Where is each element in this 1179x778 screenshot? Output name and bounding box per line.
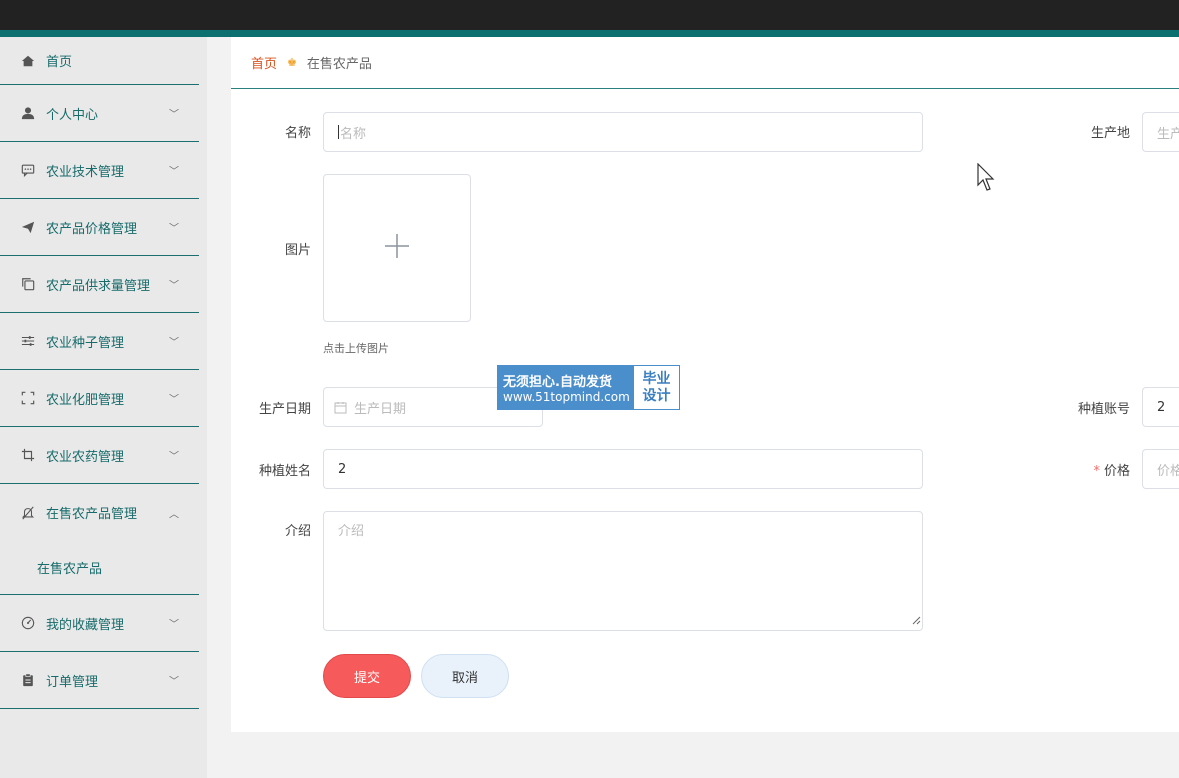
- bell-off-icon: [20, 505, 36, 521]
- sidebar-item-price[interactable]: 农产品价格管理 ﹀: [0, 199, 199, 256]
- intro-label: 介绍: [284, 524, 311, 539]
- planter-account-input[interactable]: 2: [1142, 387, 1179, 427]
- sidebar-item-pesticide[interactable]: 农业农药管理 ﹀: [0, 427, 199, 484]
- sidebar-item-label: 农业种子管理: [46, 335, 125, 351]
- name-placeholder: 名称: [340, 126, 367, 142]
- image-label: 图片: [284, 243, 311, 258]
- upload-tip: 点击上传图片: [323, 342, 389, 355]
- planter-name-value: 2: [338, 461, 347, 477]
- chat-icon: [20, 162, 36, 178]
- sidebar-item-label: 在售农产品管理: [46, 507, 138, 522]
- sidebar-item-label: 农业农药管理: [46, 449, 125, 465]
- price-placeholder: 价格: [1157, 463, 1179, 479]
- origin-placeholder: 生产地: [1157, 126, 1179, 142]
- sliders-icon: [20, 333, 36, 349]
- price-label: * 价格: [1050, 460, 1130, 479]
- copy-icon: [20, 276, 36, 292]
- image-upload[interactable]: [323, 174, 471, 322]
- watermark-line1: 无须担心.自动发货: [503, 375, 612, 390]
- intro-placeholder: 介绍: [338, 524, 365, 539]
- production-date-placeholder: 生产日期: [354, 401, 407, 417]
- breadcrumb: 首页 ♚ 在售农产品: [231, 37, 1179, 89]
- sidebar-item-label: 个人中心: [46, 107, 99, 123]
- product-form: 名称 名称 生产地 生产地 图片 点击上传图片 生产日期 生产日期 种植账号 2…: [231, 99, 1179, 732]
- frame-icon: [20, 390, 36, 406]
- planter-account-label: 种植账号: [1077, 402, 1130, 417]
- sidebar: 首页 个人中心 ﹀ 农业技术管理 ﹀ 农产品价格管理 ﹀ 农产品供求量管理 ﹀ …: [0, 37, 207, 778]
- watermark-badge: 无须担心.自动发货 www.51topmind.com 毕业 设计: [497, 365, 680, 410]
- chevron-down-icon: ﹀: [169, 619, 179, 631]
- name-input[interactable]: 名称: [323, 112, 923, 152]
- chevron-down-icon: ﹀: [169, 451, 179, 463]
- chevron-down-icon: ﹀: [169, 394, 179, 406]
- resize-handle-icon[interactable]: [911, 614, 921, 629]
- sidebar-item-orders[interactable]: 订单管理 ﹀: [0, 652, 199, 709]
- sidebar-item-label: 农产品价格管理: [46, 221, 138, 237]
- home-icon: [20, 53, 36, 69]
- chevron-down-icon: ﹀: [169, 166, 179, 178]
- planter-name-label: 种植姓名: [258, 464, 311, 479]
- calendar-icon: [334, 401, 347, 414]
- sidebar-item-fertilizer[interactable]: 农业化肥管理 ﹀: [0, 370, 199, 427]
- origin-input[interactable]: 生产地: [1142, 112, 1179, 152]
- top-bar-accent: [0, 30, 1179, 37]
- sidebar-menu: 首页 个人中心 ﹀ 农业技术管理 ﹀ 农产品价格管理 ﹀ 农产品供求量管理 ﹀ …: [0, 37, 199, 709]
- watermark-right: 毕业 设计: [634, 366, 679, 409]
- planter-name-input[interactable]: 2: [323, 449, 923, 489]
- sidebar-item-products-on-sale[interactable]: 在售农产品管理 ︿: [0, 484, 199, 541]
- sidebar-item-seeds[interactable]: 农业种子管理 ﹀: [0, 313, 199, 370]
- watermark-right1: 毕业: [642, 370, 671, 387]
- sidebar-item-label: 我的收藏管理: [46, 617, 125, 633]
- price-input[interactable]: 价格: [1142, 449, 1179, 489]
- name-label: 名称: [284, 126, 311, 141]
- sidebar-item-label: 首页: [46, 55, 73, 70]
- sidebar-item-home[interactable]: 首页: [0, 37, 199, 85]
- intro-textarea[interactable]: 介绍: [323, 511, 923, 631]
- breadcrumb-separator-icon: ♚: [287, 56, 297, 69]
- send-icon: [20, 219, 36, 235]
- gauge-icon: [20, 615, 36, 631]
- planter-account-value: 2: [1157, 399, 1166, 415]
- sidebar-item-label: 农业化肥管理: [46, 392, 125, 408]
- origin-label: 生产地: [1090, 126, 1130, 141]
- chevron-down-icon: ﹀: [169, 109, 179, 121]
- cancel-button[interactable]: 取消: [421, 654, 509, 698]
- sidebar-subitem-products-on-sale[interactable]: 在售农产品: [0, 541, 199, 595]
- chevron-down-icon: ﹀: [169, 280, 179, 292]
- breadcrumb-home[interactable]: 首页: [251, 53, 277, 72]
- text-caret: [338, 125, 339, 139]
- chevron-down-icon: ﹀: [169, 223, 179, 235]
- watermark-line2: www.51topmind.com: [503, 390, 630, 404]
- sidebar-item-agri-tech[interactable]: 农业技术管理 ﹀: [0, 142, 199, 199]
- sidebar-item-supply-demand[interactable]: 农产品供求量管理 ﹀: [0, 256, 199, 313]
- sidebar-subitem-label: 在售农产品: [37, 562, 103, 577]
- chevron-up-icon: ︿: [169, 509, 179, 520]
- watermark-right2: 设计: [642, 387, 671, 404]
- required-mark: *: [1093, 464, 1100, 479]
- crop-icon: [20, 447, 36, 463]
- chevron-down-icon: ﹀: [169, 676, 179, 688]
- sidebar-item-favorites[interactable]: 我的收藏管理 ﹀: [0, 595, 199, 652]
- mouse-cursor-icon: [977, 162, 997, 197]
- sidebar-item-label: 农业技术管理: [46, 164, 125, 180]
- price-label-text: 价格: [1103, 464, 1130, 479]
- sidebar-item-personal-center[interactable]: 个人中心 ﹀: [0, 85, 199, 142]
- user-icon: [20, 105, 36, 121]
- breadcrumb-current: 在售农产品: [306, 57, 372, 72]
- plus-icon: [384, 233, 410, 263]
- watermark-left: 无须担心.自动发货 www.51topmind.com: [498, 366, 634, 409]
- production-date-label: 生产日期: [258, 402, 311, 417]
- main-panel: 首页 ♚ 在售农产品 名称 名称 生产地 生产地 图片 点击上传图片 生产日期 …: [231, 37, 1179, 732]
- top-bar: [0, 0, 1179, 30]
- chevron-down-icon: ﹀: [169, 337, 179, 349]
- sidebar-item-label: 农产品供求量管理: [46, 278, 151, 294]
- submit-button[interactable]: 提交: [323, 654, 411, 698]
- sidebar-item-label: 订单管理: [46, 674, 99, 690]
- clipboard-icon: [20, 672, 36, 688]
